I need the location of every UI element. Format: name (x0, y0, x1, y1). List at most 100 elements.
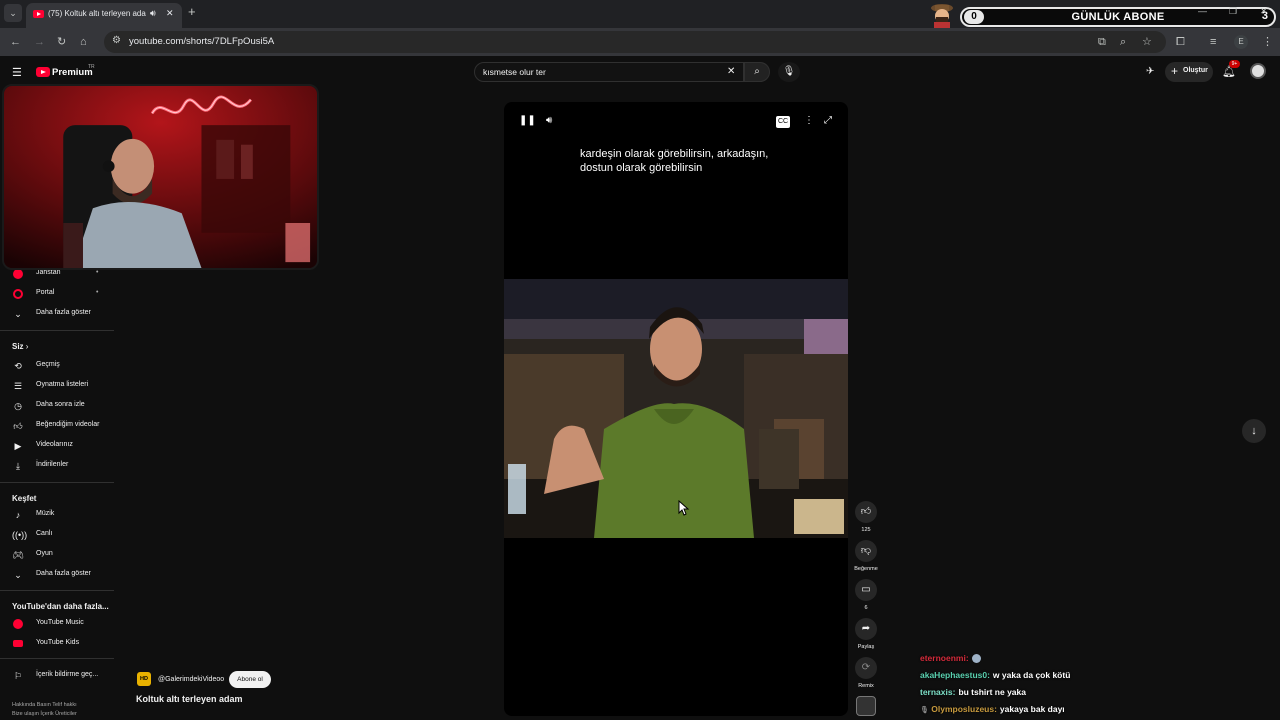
dislike-button[interactable]: 👎︎ (855, 540, 877, 562)
like-button[interactable]: 👍︎ (855, 501, 877, 523)
voice-search-icon[interactable]: 🎙︎ (778, 62, 800, 82)
media-controls-icon[interactable]: ≡ (1210, 35, 1216, 49)
chat-text: w yaka da çok kötü (992, 670, 1071, 680)
live-icon: ((•)) (12, 530, 28, 540)
video-icon: ▶ (14, 441, 22, 451)
youtube-logo-region: TR (88, 64, 95, 70)
channel-avatar[interactable]: HD (137, 672, 151, 686)
next-short-arrow-icon[interactable]: ↓ (1242, 419, 1266, 443)
sidebar-item-history[interactable]: ⟲ Geçmiş (0, 358, 114, 376)
channel-avatar-icon (12, 288, 24, 302)
back-arrow-icon[interactable]: ← (10, 35, 21, 49)
sidebar-item-music[interactable]: ♪ Müzik (0, 507, 114, 525)
comments-button[interactable]: ▭ (855, 579, 877, 601)
tab-search-button[interactable]: ⌄ (4, 4, 22, 22)
sidebar-item-show-more[interactable]: ⌄ Daha fazla göster (0, 567, 114, 585)
subscribe-button[interactable]: Abone ol (229, 671, 271, 688)
new-tab-button[interactable]: + (188, 5, 196, 19)
more-options-icon[interactable]: ⋮ (804, 115, 814, 127)
reload-icon[interactable]: ↻ (57, 35, 66, 49)
search-input[interactable]: kısmetse olur ter (483, 67, 546, 77)
like-count: 125 (861, 527, 871, 533)
channel-name[interactable]: @GalerimdekiVideoo (158, 676, 224, 683)
address-bar[interactable]: ⚙ youtube.com/shorts/7DLFpOusi5A ⧉ ⌕ ☆ (104, 31, 1166, 53)
volume-icon[interactable]: 🔊︎ (546, 115, 552, 127)
sidebar-item-show-more[interactable]: ⌄ Daha fazla göster (0, 306, 114, 324)
site-info-icon[interactable]: ⚙ (112, 35, 121, 46)
chat-username: Olymposluzeus: (931, 704, 997, 714)
browser-menu-icon[interactable]: ⋮ (1262, 35, 1273, 49)
plus-icon: + (1171, 64, 1179, 78)
history-icon: ⟲ (14, 361, 22, 371)
hamburger-menu-icon[interactable]: ☰ (12, 66, 22, 79)
chat-message: ternaxis: bu tshirt ne yaka (920, 687, 1026, 697)
captions-icon[interactable]: CC (776, 116, 791, 128)
youtube-logo-text[interactable]: Premium (52, 67, 93, 78)
window-close-button[interactable]: ✕ (1260, 6, 1268, 17)
sidebar-item-playlists[interactable]: ☰ Oynatma listeleri (0, 378, 114, 396)
sidebar-item-portal[interactable]: Portal • (0, 286, 114, 304)
sidebar-item-label: Oyun (36, 550, 53, 557)
pause-icon[interactable]: ❚❚ (519, 115, 536, 127)
sidebar-item-label: İçerik bildirme geç... (36, 671, 99, 678)
chat-username: akaHephaestus0: (920, 670, 990, 680)
mouse-cursor-icon (678, 500, 690, 516)
sidebar-item-label: Daha sonra izle (36, 401, 85, 408)
close-tab-icon[interactable]: ✕ (166, 8, 174, 19)
extensions-icon[interactable]: ⧠ (1176, 35, 1185, 49)
url-text[interactable]: youtube.com/shorts/7DLFpOusi5A (129, 36, 274, 47)
download-icon: ⤓ (16, 461, 20, 471)
shorts-player[interactable]: ❚❚ 🔊︎ CC ⋮ ⤢ kardeşin olarak görebilirsi… (504, 102, 848, 716)
sidebar-item-downloads[interactable]: ⤓ İndirilenler (0, 458, 114, 476)
chat-text: yakaya bak dayı (999, 704, 1065, 714)
sidebar-item-label: Jahstan (36, 269, 61, 276)
remix-button[interactable]: ⟳ (855, 657, 877, 679)
window-minimize-button[interactable]: — (1198, 6, 1207, 16)
chat-message: eternoenmi: (920, 653, 981, 664)
sidebar-item-label: Daha fazla göster (36, 309, 91, 316)
sidebar-item-your-videos[interactable]: ▶ Videolarınız (0, 438, 114, 456)
sidebar-item-youtube-music[interactable]: YouTube Music (0, 616, 114, 634)
sidebar-item-report[interactable]: ⚐ İçerik bildirme geç... (0, 668, 114, 686)
sidebar-section-you[interactable]: Siz › (12, 342, 28, 351)
cast-icon[interactable]: ✈ (1146, 66, 1154, 77)
fullscreen-icon[interactable]: ⤢ (824, 115, 832, 127)
sidebar-item-gaming[interactable]: 🎮︎ Oyun (0, 547, 114, 565)
sidebar-item-youtube-kids[interactable]: YouTube Kids (0, 636, 114, 654)
sidebar-footer-links[interactable]: Bize ulaşın İçerik Üreticiler (12, 711, 77, 717)
chevron-right-icon: › (25, 342, 29, 351)
sidebar-item-liked-videos[interactable]: 👍︎ Beğendiğim videolar (0, 418, 114, 436)
comment-icon: ▭ (861, 584, 871, 595)
chat-message: akaHephaestus0: w yaka da çok kötü (920, 670, 1070, 680)
sidebar-item-live[interactable]: ((•)) Canlı (0, 527, 114, 545)
subscriber-widget-title: GÜNLÜK ABONE (1071, 11, 1165, 23)
browser-tab-active[interactable]: (75) Koltuk altı terleyen ada 🔊︎ ✕ (26, 3, 182, 28)
clear-search-icon[interactable]: ✕ (727, 66, 735, 77)
sidebar-item-label: YouTube Kids (36, 639, 80, 646)
video-caption: kardeşin olarak görebilirsin, arkadaşın,… (580, 148, 769, 174)
sidebar-item-label: Videolarınız (36, 441, 73, 448)
sidebar-item-watch-later[interactable]: ◷ Daha sonra izle (0, 398, 114, 416)
youtube-favicon-icon (33, 10, 44, 18)
speaker-icon[interactable]: 🔊︎ (150, 8, 156, 19)
account-avatar[interactable] (1250, 63, 1266, 79)
subscriber-count-current: 0 (964, 10, 984, 24)
window-maximize-button[interactable]: ❐ (1229, 6, 1237, 17)
browser-toolbar: ← → ↻ ⌂ ⚙ youtube.com/shorts/7DLFpOusi5A… (0, 28, 1280, 56)
search-button[interactable]: ⌕ (744, 62, 770, 82)
audio-source-thumbnail[interactable] (856, 696, 876, 716)
sidebar-divider (0, 482, 114, 483)
install-app-icon[interactable]: ⧉ (1098, 35, 1106, 49)
sidebar-item-label: Geçmiş (36, 361, 60, 368)
forward-arrow-icon[interactable]: → (34, 35, 45, 49)
home-icon[interactable]: ⌂ (80, 35, 87, 49)
share-button[interactable]: ➦ (855, 618, 877, 640)
youtube-logo-icon[interactable] (36, 67, 50, 77)
zoom-icon[interactable]: ⌕ (1120, 35, 1126, 49)
create-button[interactable]: + Oluştur (1165, 62, 1213, 82)
browser-profile-avatar[interactable]: E (1234, 35, 1248, 49)
sidebar-item-label: YouTube Music (36, 619, 84, 626)
sidebar-footer-links[interactable]: Hakkında Basın Telif hakkı (12, 702, 77, 708)
search-box[interactable]: kısmetse olur ter ✕ (474, 62, 744, 82)
bookmark-star-icon[interactable]: ☆ (1142, 35, 1152, 49)
